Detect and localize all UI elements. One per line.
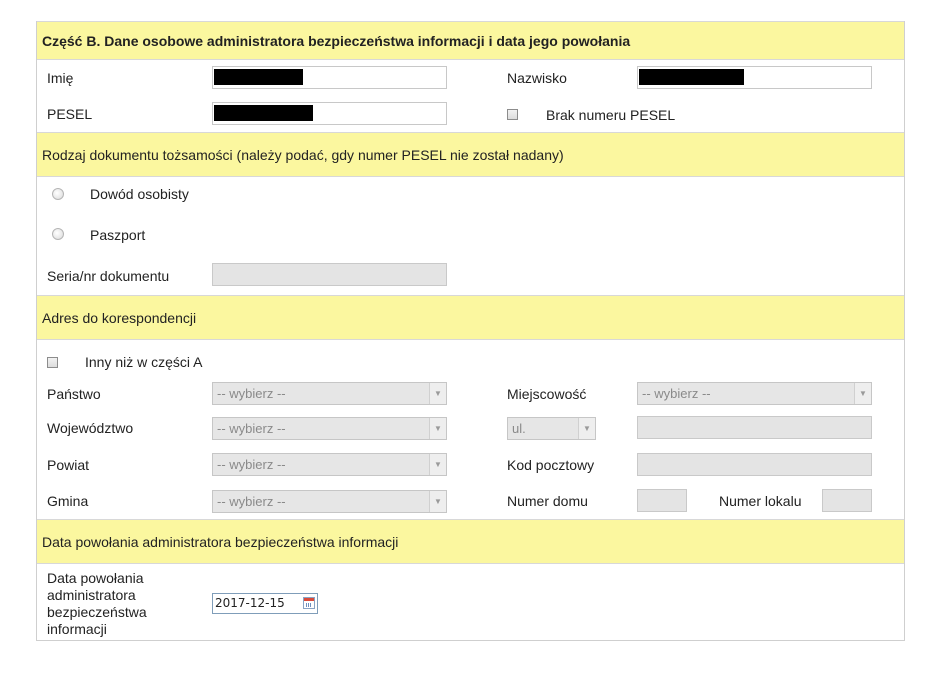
panstwo-label: Państwo xyxy=(47,386,101,402)
dowod-label: Dowód osobisty xyxy=(90,186,189,202)
powiat-select-value: -- wybierz -- xyxy=(217,457,286,472)
wojewodztwo-select[interactable]: -- wybierz -- ▼ xyxy=(212,417,447,440)
redacted-value xyxy=(214,69,303,85)
gmina-select-value: -- wybierz -- xyxy=(217,494,286,509)
paszport-radio[interactable] xyxy=(52,228,64,240)
chevron-down-icon: ▼ xyxy=(578,418,595,439)
redacted-value xyxy=(639,69,744,85)
miejscowosc-label: Miejscowość xyxy=(507,386,587,402)
numer-domu-label: Numer domu xyxy=(507,493,588,509)
pesel-label: PESEL xyxy=(47,106,93,122)
brak-pesel-label: Brak numeru PESEL xyxy=(546,107,676,123)
chevron-down-icon: ▼ xyxy=(429,383,446,404)
panstwo-select-value: -- wybierz -- xyxy=(217,386,286,401)
appointment-header: Data powołania administratora bezpieczeń… xyxy=(37,519,904,564)
calendar-icon[interactable] xyxy=(303,597,315,609)
section-b-header: Część B. Dane osobowe administratora bez… xyxy=(37,21,904,60)
brak-pesel-checkbox[interactable] xyxy=(507,109,518,120)
numer-lokalu-input[interactable] xyxy=(822,489,872,512)
label-line: bezpieczeństwa xyxy=(47,604,147,620)
inny-label: Inny niż w części A xyxy=(85,354,203,370)
nazwisko-input[interactable] xyxy=(637,66,872,89)
chevron-down-icon: ▼ xyxy=(429,418,446,439)
appointment-date-label: Data powołania administratora bezpieczeń… xyxy=(47,570,187,638)
seria-input[interactable] xyxy=(212,263,447,286)
redacted-value xyxy=(214,105,313,121)
panstwo-select[interactable]: -- wybierz -- ▼ xyxy=(212,382,447,405)
label-line: Data powołania xyxy=(47,570,144,586)
appointment-date-input[interactable]: 2017-12-15 xyxy=(212,593,318,614)
seria-label: Seria/nr dokumentu xyxy=(47,268,170,284)
powiat-label: Powiat xyxy=(47,457,90,473)
chevron-down-icon: ▼ xyxy=(429,454,446,475)
label-line: administratora xyxy=(47,587,136,603)
numer-domu-input[interactable] xyxy=(637,489,687,512)
imie-input[interactable] xyxy=(212,66,447,89)
wojewodztwo-label: Województwo xyxy=(47,420,134,436)
street-prefix-select[interactable]: ul. ▼ xyxy=(507,417,596,440)
street-input[interactable] xyxy=(637,416,872,439)
kod-label: Kod pocztowy xyxy=(507,457,595,473)
chevron-down-icon: ▼ xyxy=(429,491,446,512)
gmina-select[interactable]: -- wybierz -- ▼ xyxy=(212,490,447,513)
street-prefix-value: ul. xyxy=(512,421,526,436)
numer-lokalu-label: Numer lokalu xyxy=(719,493,802,509)
appointment-date-value: 2017-12-15 xyxy=(215,596,285,610)
label-line: informacji xyxy=(47,621,107,637)
powiat-select[interactable]: -- wybierz -- ▼ xyxy=(212,453,447,476)
nazwisko-label: Nazwisko xyxy=(507,70,567,86)
miejscowosc-select-value: -- wybierz -- xyxy=(642,386,711,401)
document-type-header: Rodzaj dokumentu tożsamości (należy poda… xyxy=(37,132,904,177)
paszport-label: Paszport xyxy=(90,227,146,243)
pesel-input[interactable] xyxy=(212,102,447,125)
inny-checkbox[interactable] xyxy=(47,357,58,368)
dowod-radio[interactable] xyxy=(52,188,64,200)
wojewodztwo-select-value: -- wybierz -- xyxy=(217,421,286,436)
miejscowosc-select[interactable]: -- wybierz -- ▼ xyxy=(637,382,872,405)
address-header: Adres do korespondencji xyxy=(37,295,904,340)
chevron-down-icon: ▼ xyxy=(854,383,871,404)
imie-label: Imię xyxy=(47,70,74,86)
gmina-label: Gmina xyxy=(47,493,89,509)
kod-input[interactable] xyxy=(637,453,872,476)
